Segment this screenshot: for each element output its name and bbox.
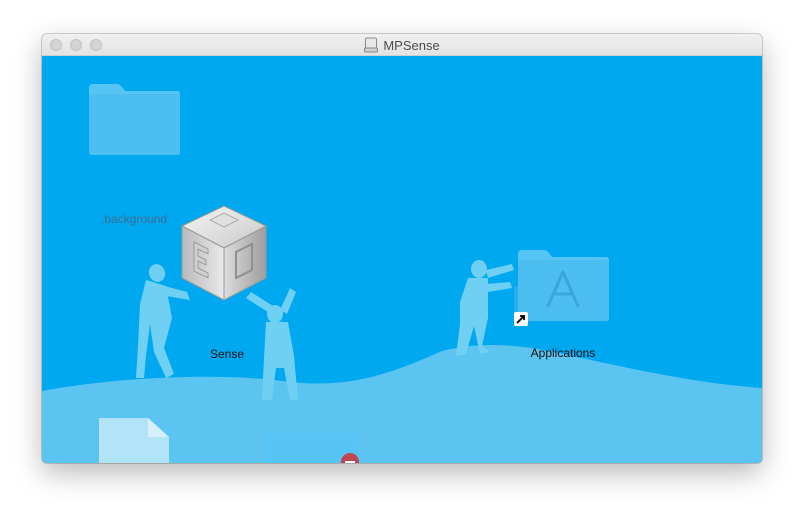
finder-content: .background Sense Applications bbox=[42, 56, 762, 463]
applications-label: Applications bbox=[530, 346, 596, 360]
document-icon[interactable] bbox=[98, 417, 172, 463]
app-label: Sense bbox=[209, 347, 245, 361]
title-group: MPSense bbox=[42, 34, 762, 56]
window-title: MPSense bbox=[383, 37, 440, 53]
cube-app-icon[interactable] bbox=[174, 202, 274, 306]
title-bar[interactable]: MPSense bbox=[42, 34, 762, 56]
dmg-installer-window: MPSense .background Sense Applications bbox=[42, 34, 762, 463]
disk-image-icon bbox=[364, 37, 379, 53]
applications-folder-icon[interactable] bbox=[512, 246, 614, 328]
background-folder-icon[interactable] bbox=[87, 80, 182, 157]
partial-folder-icon[interactable] bbox=[264, 430, 360, 463]
background-folder-label: .background bbox=[100, 212, 168, 226]
